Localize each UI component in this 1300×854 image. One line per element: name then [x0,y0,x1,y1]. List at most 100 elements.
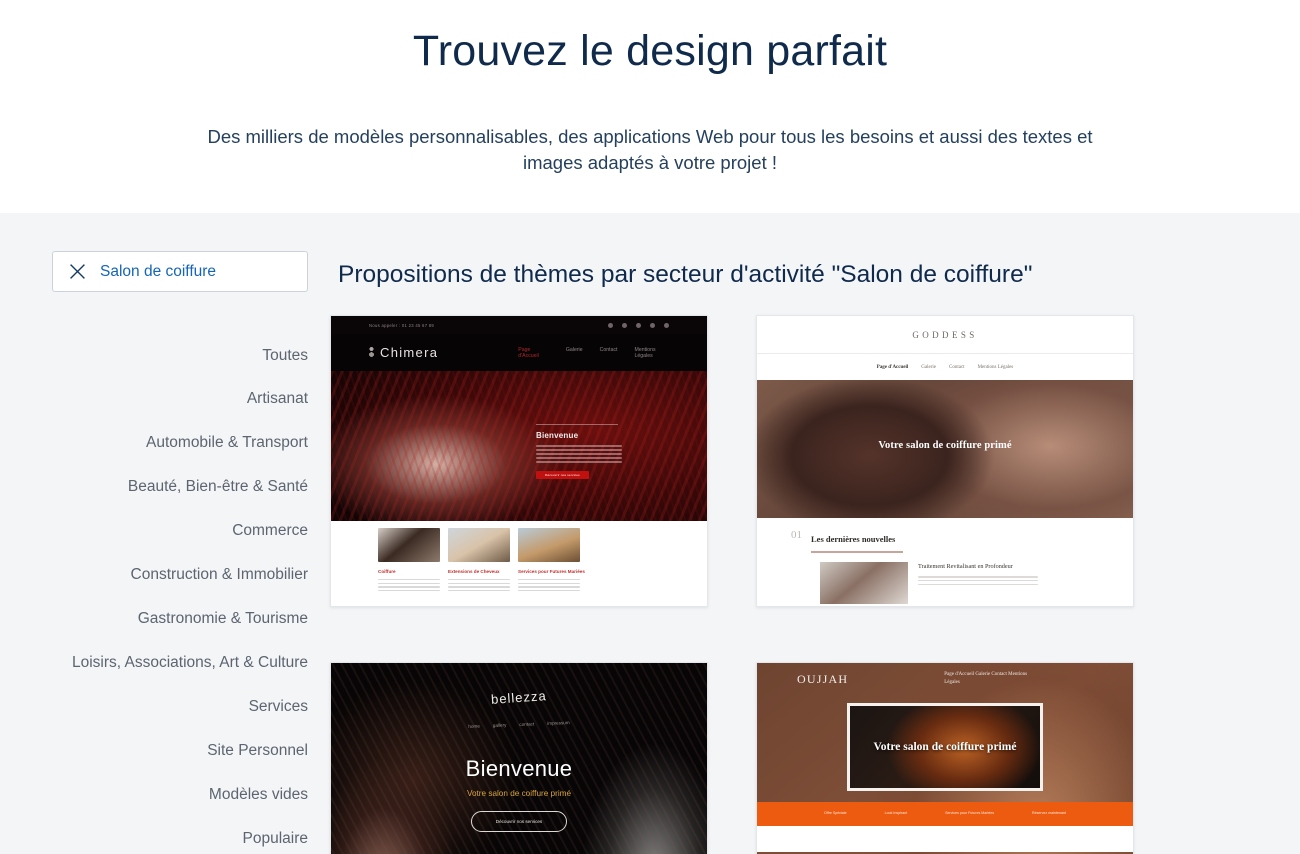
bellezza-nav-impressum: impressum [547,720,570,726]
template-card-goddess[interactable]: GODDESS Page d'Accueil Galerie Contact M… [756,315,1134,607]
social-icons [608,322,669,328]
service-title: Extensions de Cheveux [448,569,500,574]
google-icon [650,322,655,328]
template-card-oujjah[interactable]: OUJJAH Page d'Accueil Galerie Contact Me… [756,662,1134,854]
goddess-section-title: Les dernières nouvelles [811,534,896,544]
chimera-topbar: Nous appeler : 01 23 45 67 89 [331,316,707,334]
goddess-nav-mentions: Mentions Légales [977,364,1014,370]
chimera-navbar: Chimera Page d'Accueil Galerie Contact M… [331,334,707,371]
active-filter-chip[interactable]: Salon de coiffure [52,251,308,292]
bellezza-nav-gallery: gallery [492,722,507,729]
chimera-hero-text: Bienvenue Découvrir nos services [536,424,622,479]
service-title: Services pour Futures Mariées [518,569,585,574]
oujjah-logo-text: OUJJAH [797,671,849,686]
sidebar-item-toutes[interactable]: Toutes [52,334,308,378]
sidebar-item-artisanat[interactable]: Artisanat [52,378,308,422]
service-title: Coiffure [378,569,396,574]
close-icon[interactable] [69,263,86,280]
goddess-logo-text: GODDESS [912,329,978,340]
service-card: Extensions de Cheveux [448,528,510,606]
goddess-nav-accueil: Page d'Accueil [876,364,909,370]
sidebar-item-services[interactable]: Services [52,685,308,729]
goddess-section-number: 01 [791,529,802,541]
service-image [448,528,510,562]
oujjah-navbar: Page d'Accueil Galerie Contact Mentions … [944,671,1040,687]
facebook-icon [608,322,613,328]
bellezza-cta-button: Découvrir nos services [471,811,567,832]
chimera-phone: Nous appeler : 01 23 45 67 89 [369,322,435,328]
template-card-chimera[interactable]: Nous appeler : 01 23 45 67 89 Chimera Pa… [330,315,708,607]
goddess-article-title: Traitement Revitalisant en Profondeur [918,562,1013,570]
sidebar-item-modeles-vides[interactable]: Modèles vides [52,773,308,817]
chimera-service-cards: Coiffure Extensions de Cheveux Services … [331,521,707,606]
sidebar-item-loisirs[interactable]: Loisirs, Associations, Art & Culture [52,641,308,685]
oujjah-bar-item: Réservez maintenant [1032,811,1066,816]
chimera-nav-accueil: Page d'Accueil [518,346,539,359]
sidebar-item-automobile[interactable]: Automobile & Transport [52,422,308,466]
chimera-logo-text: Chimera [380,345,439,360]
sidebar: Salon de coiffure Toutes Artisanat Autom… [0,251,330,854]
sidebar-item-site-personnel[interactable]: Site Personnel [52,729,308,773]
goddess-header: GODDESS [757,316,1133,354]
service-card: Services pour Futures Mariées [518,528,585,606]
service-image [378,528,440,562]
service-card: Coiffure [378,528,440,606]
goddess-nav-galerie: Galerie [921,364,936,370]
sidebar-item-populaire[interactable]: Populaire [52,817,309,854]
sidebar-item-gastronomie[interactable]: Gastronomie & Tourisme [52,598,308,642]
bellezza-nav-contact: contact [519,721,535,727]
main-content: Propositions de thèmes par secteur d'act… [330,251,1300,854]
oujjah-hero-title: Votre salon de coiffure primé [873,740,1017,753]
goddess-logo: GODDESS [912,330,977,340]
page-title: Trouvez le design parfait [412,27,888,75]
goddess-news-section: 01 Les dernières nouvelles Traitement Re… [757,518,1133,604]
goddess-nav-contact: Contact [949,364,965,370]
oujjah-hero-frame: Votre salon de coiffure primé [847,703,1043,791]
mail-icon [664,322,669,328]
page-body: Salon de coiffure Toutes Artisanat Autom… [0,213,1300,854]
oujjah-bar-item: Offre Spéciale [823,811,847,816]
bellezza-navbar: home gallery contact impressum [331,715,707,734]
chimera-hero-image: Bienvenue Découvrir nos services [331,371,707,521]
instagram-icon [636,322,641,328]
goddess-navbar: Page d'Accueil Galerie Contact Mentions … [757,354,1133,380]
category-list: Toutes Artisanat Automobile & Transport … [52,334,308,854]
oujjah-header: OUJJAH Page d'Accueil Galerie Contact Me… [757,663,1133,695]
chimera-hero-title: Bienvenue [536,431,579,440]
goddess-article-image [820,561,908,604]
bellezza-nav-home: home [468,723,480,729]
chimera-cta-button: Découvrir nos services [536,470,589,479]
sidebar-item-beaute[interactable]: Beauté, Bien-être & Santé [52,466,308,510]
chimera-mark-icon [367,344,376,361]
sidebar-item-commerce[interactable]: Commerce [52,510,308,554]
chimera-nav-galerie: Galerie [565,346,583,353]
goddess-section-subtitle [811,551,903,553]
goddess-hero-title: Votre salon de coiffure primé [878,440,1012,451]
oujjah-nav-accueil: Page d'Accueil [944,672,975,678]
bellezza-hero-tagline: Votre salon de coiffure primé [466,789,572,798]
oujjah-logo: OUJJAH [797,672,848,687]
divider [536,424,618,425]
bellezza-logo: bellezza [490,688,548,707]
bellezza-hero-title: Bienvenue [465,756,573,781]
goddess-hero-image: Votre salon de coiffure primé [757,380,1133,518]
twitter-icon [622,322,627,328]
chimera-nav-links: Page d'Accueil Galerie Contact Mentions … [518,347,671,359]
active-filter-label: Salon de coiffure [100,262,217,280]
template-grid: Nous appeler : 01 23 45 67 89 Chimera Pa… [330,315,1240,854]
section-heading: Propositions de thèmes par secteur d'act… [338,261,1033,288]
chimera-nav-contact: Contact [599,346,618,353]
oujjah-bar-item: Look Inspirant [884,811,908,816]
template-card-bellezza[interactable]: bellezza home gallery contact impressum … [330,662,708,854]
oujjah-footer-strip [757,826,1133,852]
service-image [518,528,580,562]
chimera-nav-mentions: Mentions Légales [634,346,656,359]
oujjah-feature-bar: Offre Spéciale Look Inspirant Services p… [757,802,1133,826]
oujjah-nav-galerie: Galerie [975,672,991,678]
chimera-hero-paragraph [536,445,622,463]
hero-section: Trouvez le design parfait Des milliers d… [0,0,1300,213]
chimera-logo: Chimera [367,344,438,361]
sidebar-item-construction[interactable]: Construction & Immobilier [52,554,308,598]
page-subtitle: Des milliers de modèles personnalisables… [207,125,1093,174]
oujjah-bar-item: Services pour Futures Mariées [945,811,995,816]
